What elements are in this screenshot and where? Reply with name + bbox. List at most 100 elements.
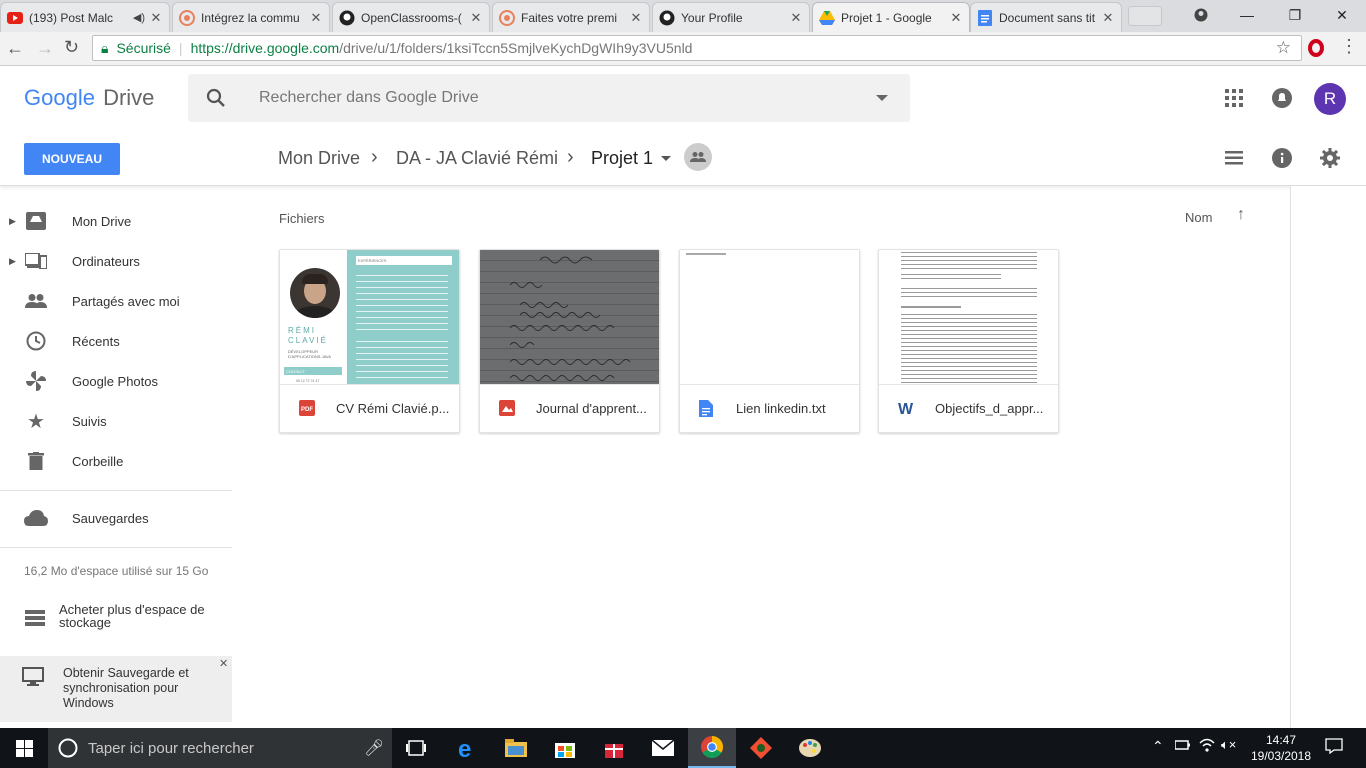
reload-button[interactable]: ↻	[64, 37, 79, 58]
expand-arrow-icon[interactable]: ▶	[9, 256, 16, 267]
browser-tab[interactable]: Document sans tit ✕	[970, 2, 1122, 32]
browser-tab[interactable]: (193) Post Malc ◀︎) ✕	[0, 2, 170, 32]
address-bar[interactable]: 🔒︎ Sécurisé | https://drive.google.com /…	[92, 35, 1302, 61]
opera-extension-icon[interactable]	[1308, 39, 1324, 57]
forward-button[interactable]: →	[36, 38, 54, 59]
close-icon[interactable]: ✕	[219, 657, 228, 670]
sidebar-item-label: Google Photos	[72, 373, 159, 389]
sidebar-item-my-drive[interactable]: ▶ Mon Drive	[0, 201, 232, 241]
speaker-icon[interactable]: ◀︎)	[133, 11, 145, 24]
search-icon[interactable]	[206, 88, 226, 108]
file-card[interactable]: W Objectifs_d_appr...	[878, 249, 1059, 433]
drive-icon	[819, 10, 835, 26]
git-kraken-icon[interactable]	[737, 728, 785, 768]
file-name: Objectifs_d_appr...	[935, 401, 1044, 416]
breadcrumb-my-drive[interactable]: Mon Drive	[278, 148, 360, 169]
clock-date: 19/03/2018	[1250, 749, 1312, 763]
buy-storage-link[interactable]: Acheter plus d'espace de stockage	[0, 598, 232, 638]
sidebar-item-photos[interactable]: Google Photos	[0, 361, 232, 401]
close-icon[interactable]: ✕	[469, 10, 483, 26]
paint-icon[interactable]	[786, 728, 834, 768]
search-box[interactable]: Rechercher dans Google Drive	[188, 74, 910, 122]
sidebar-item-computers[interactable]: ▶ Ordinateurs	[0, 241, 232, 281]
mail-icon[interactable]	[639, 728, 687, 768]
taskbar-search[interactable]: Taper ici pour rechercher 🎤︎	[48, 728, 392, 768]
sidebar-item-backups[interactable]: Sauvegardes	[0, 498, 232, 538]
task-view-icon[interactable]	[392, 728, 440, 768]
browser-tab[interactable]: Intégrez la commu ✕	[172, 2, 330, 32]
backup-promo[interactable]: Obtenir Sauvegarde et synchronisation po…	[0, 656, 232, 722]
browser-tab[interactable]: OpenClassrooms-( ✕	[332, 2, 490, 32]
google-drive-logo[interactable]: Google Drive	[24, 85, 154, 111]
chrome-taskbar-icon[interactable]	[688, 728, 736, 768]
sidebar-item-trash[interactable]: Corbeille	[0, 441, 232, 481]
file-thumbnail: EXPÉRIENCES RÉMI CLAVIÉ DÉVELOPPEUR D'AP…	[280, 250, 459, 385]
microphone-icon[interactable]: 🎤︎	[364, 738, 384, 758]
breadcrumb-current[interactable]: Projet 1	[591, 148, 653, 169]
shared-folder-icon[interactable]	[684, 143, 712, 171]
file-card[interactable]: Lien linkedin.txt	[679, 249, 860, 433]
settings-gear-icon[interactable]	[1320, 148, 1340, 168]
maximize-button[interactable]: ❐	[1275, 0, 1315, 30]
url-host: https://drive.google.com	[190, 40, 340, 56]
sidebar-item-recent[interactable]: Récents	[0, 321, 232, 361]
list-view-icon[interactable]	[1225, 151, 1243, 165]
backup-promo-label: Obtenir Sauvegarde et synchronisation po…	[63, 666, 189, 710]
system-clock[interactable]: 14:47 19/03/2018	[1248, 732, 1314, 764]
browser-tab[interactable]: Your Profile ✕	[652, 2, 810, 32]
file-explorer-icon[interactable]	[492, 728, 540, 768]
sidebar-item-starred[interactable]: ★ Suivis	[0, 401, 232, 441]
close-icon[interactable]: ✕	[309, 10, 323, 26]
file-card[interactable]: EXPÉRIENCES RÉMI CLAVIÉ DÉVELOPPEUR D'AP…	[279, 249, 460, 433]
sidebar-item-label: Suivis	[72, 413, 107, 429]
volume-muted-icon[interactable]: 🔈︎×	[1221, 737, 1236, 753]
cv-section-contact: CONTACT	[284, 367, 342, 375]
tab-title: OpenClassrooms-(	[361, 10, 462, 25]
avatar[interactable]: R	[1314, 83, 1346, 115]
action-center-icon[interactable]	[1325, 738, 1343, 759]
recent-icon	[24, 329, 48, 353]
bookmark-star-icon[interactable]: ☆	[1276, 38, 1291, 58]
sidebar-item-shared[interactable]: Partagés avec moi	[0, 281, 232, 321]
tab-title: Faites votre premi	[521, 10, 618, 25]
notifications-icon[interactable]	[1272, 88, 1292, 108]
chevron-down-icon[interactable]	[661, 156, 671, 162]
new-tab-button[interactable]	[1128, 6, 1162, 26]
scrollbar[interactable]	[1290, 186, 1366, 728]
close-icon[interactable]: ✕	[1101, 10, 1115, 26]
arrow-up-icon[interactable]: ↑	[1237, 206, 1245, 224]
gift-icon[interactable]	[590, 728, 638, 768]
taskbar-search-input[interactable]: Taper ici pour rechercher	[88, 740, 254, 757]
wifi-icon[interactable]	[1199, 738, 1215, 757]
info-icon[interactable]	[1272, 148, 1292, 168]
breadcrumb-folder[interactable]: DA - JA Clavié Rémi	[396, 148, 558, 169]
docs-icon	[977, 9, 993, 26]
store-icon[interactable]	[541, 728, 589, 768]
close-icon[interactable]: ✕	[789, 10, 803, 26]
edge-icon[interactable]: e	[443, 728, 491, 768]
buy-storage-label: Acheter plus d'espace de stockage	[59, 602, 205, 630]
file-card[interactable]: Journal d'apprent...	[479, 249, 660, 433]
browser-tab[interactable]: Faites votre premi ✕	[492, 2, 650, 32]
search-options-icon[interactable]	[876, 95, 888, 102]
sort-by-name-button[interactable]: Nom	[1185, 210, 1212, 225]
minimize-button[interactable]: —	[1227, 0, 1267, 30]
chevron-right-icon: ›	[371, 146, 378, 168]
new-button[interactable]: NOUVEAU	[24, 143, 120, 175]
browser-tab-active[interactable]: Projet 1 - Google ✕	[812, 2, 970, 32]
profile-icon[interactable]	[1181, 0, 1221, 30]
divider	[0, 490, 232, 491]
expand-arrow-icon[interactable]: ▶	[9, 216, 16, 227]
apps-grid-icon[interactable]	[1225, 89, 1243, 107]
search-input[interactable]: Rechercher dans Google Drive	[259, 89, 479, 107]
close-icon[interactable]: ✕	[149, 10, 163, 26]
chrome-menu-icon[interactable]: ⋮	[1340, 36, 1358, 57]
back-button[interactable]: ←	[6, 38, 24, 59]
chevron-up-icon[interactable]: ⌃	[1152, 738, 1164, 755]
windows-start-button[interactable]	[0, 728, 48, 768]
close-window-button[interactable]: ✕	[1322, 0, 1362, 30]
battery-icon[interactable]	[1174, 738, 1191, 756]
close-icon[interactable]: ✕	[629, 10, 643, 26]
close-icon[interactable]: ✕	[949, 10, 963, 26]
star-icon: ★	[27, 410, 45, 433]
